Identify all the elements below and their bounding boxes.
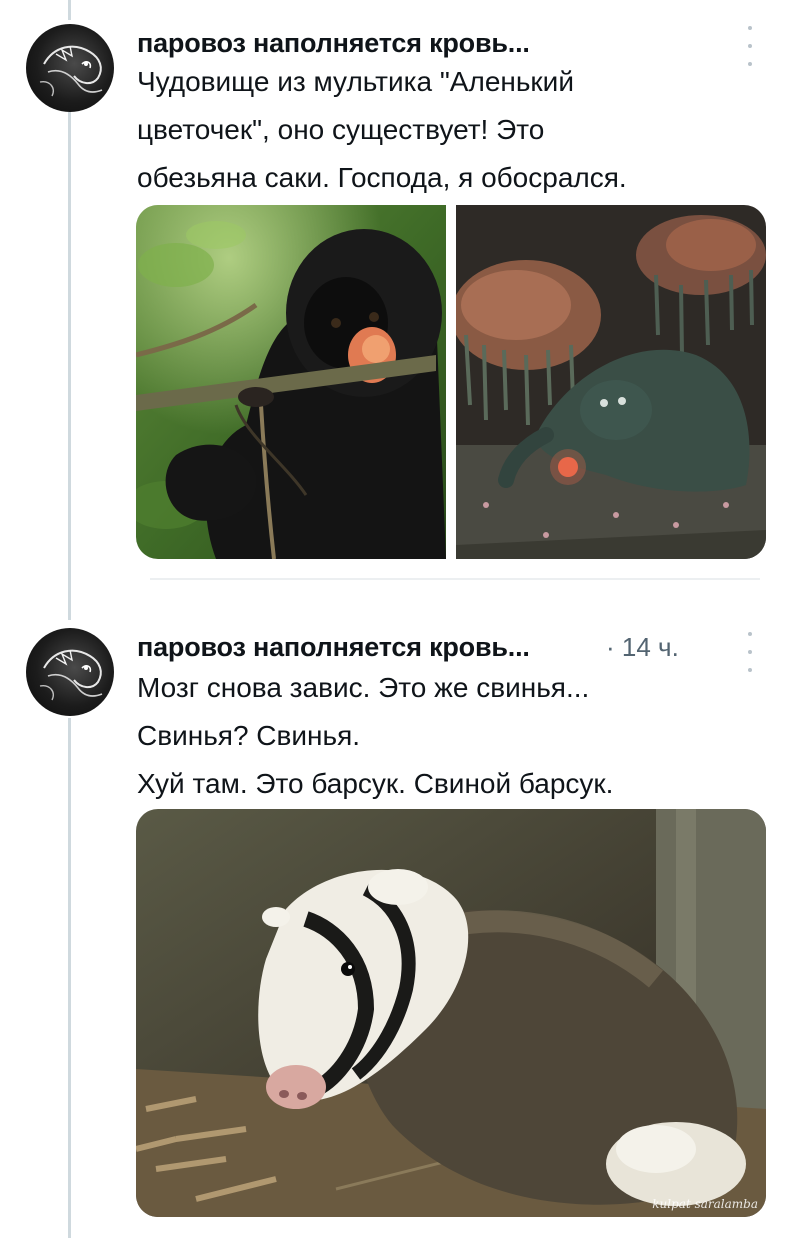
more-options-icon[interactable] <box>743 632 757 672</box>
author-name[interactable]: паровоз наполняется кровь... <box>137 28 530 59</box>
tweet-text-line: Мозг снова завис. Это же свинья... <box>137 672 590 703</box>
tweet-timestamp[interactable]: · 14 ч. <box>606 632 679 663</box>
avatar[interactable] <box>26 24 114 112</box>
tweet-divider <box>150 578 760 580</box>
tweet[interactable]: паровоз наполняется кровь... Чудовище из… <box>0 0 793 600</box>
tweet-text-line: цветочек", оно существует! Это <box>137 114 545 145</box>
avatar-dragon-drawing <box>39 649 103 701</box>
tweet-text: Мозг снова завис. Это же свинья... Свинь… <box>137 664 613 808</box>
avatar-dragon-drawing <box>39 45 103 97</box>
tweet-text-line: Хуй там. Это барсук. Свиной барсук. <box>137 768 614 799</box>
photo-watermark: kulpat saralamba <box>652 1197 758 1211</box>
tweet-text-line: Чудовище из мультика "Аленький <box>137 66 574 97</box>
still-cartoon-beast[interactable] <box>456 205 766 559</box>
more-options-icon[interactable] <box>743 26 757 66</box>
tweet-text-line: Свинья? Свинья. <box>137 720 361 751</box>
photo-hog-badger[interactable]: kulpat saralamba <box>136 809 766 1217</box>
tweet-text: Чудовище из мультика "Аленький цветочек"… <box>137 58 627 202</box>
author-name[interactable]: паровоз наполняется кровь... <box>137 632 530 663</box>
avatar[interactable] <box>26 628 114 716</box>
tweet[interactable]: паровоз наполняется кровь... · 14 ч. Моз… <box>0 600 793 1238</box>
photo-saki-monkey[interactable] <box>136 205 446 559</box>
tweet-text-line: обезьяна саки. Господа, я обосрался. <box>137 162 627 193</box>
